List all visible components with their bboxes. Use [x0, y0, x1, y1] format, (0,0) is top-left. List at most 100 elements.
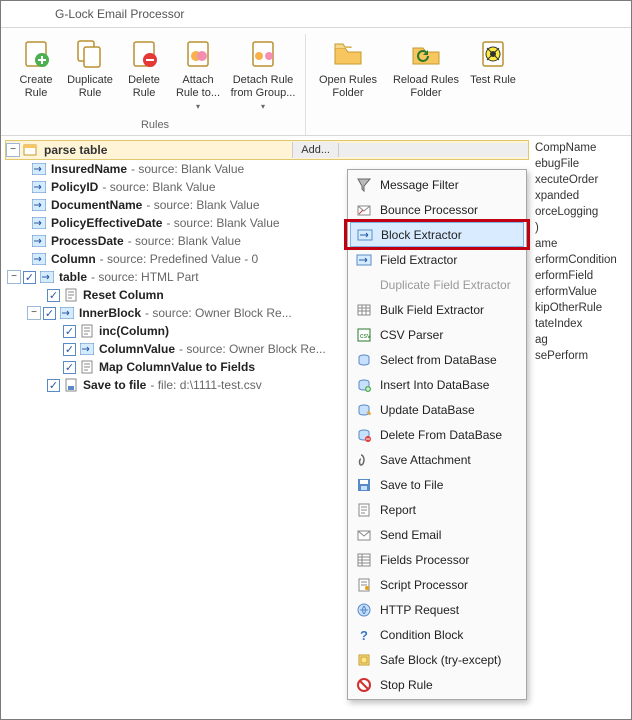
menu-item-icon	[354, 501, 374, 519]
menu-item-icon	[354, 176, 374, 194]
menu-item-icon	[354, 576, 374, 594]
field-extractor-icon	[31, 234, 47, 248]
property-row[interactable]: erformField	[535, 268, 629, 284]
menu-item-icon	[354, 526, 374, 544]
property-row[interactable]: CompName	[535, 140, 629, 156]
ribbon-group-rules: Create Rule Duplicate Rule Delete Rule A…	[5, 34, 306, 135]
menu-item-script-processor[interactable]: Script Processor	[350, 572, 524, 597]
menu-item-icon	[354, 426, 374, 444]
reload-rules-folder-button[interactable]: Reload Rules Folder	[386, 34, 466, 104]
property-row[interactable]: sePerform	[535, 348, 629, 364]
menu-item-icon: csv	[354, 326, 374, 344]
menu-item-delete-from-database[interactable]: Delete From DataBase	[350, 422, 524, 447]
property-row[interactable]: erformValue	[535, 284, 629, 300]
checkbox-icon[interactable]: ✓	[47, 289, 60, 302]
svg-text:?: ?	[360, 628, 368, 643]
menu-item-label: Safe Block (try-except)	[380, 653, 501, 667]
menu-item-label: Send Email	[380, 528, 441, 542]
checkbox-icon[interactable]: ✓	[63, 343, 76, 356]
menu-item-icon	[354, 551, 374, 569]
checkbox-icon[interactable]: ✓	[63, 361, 76, 374]
menu-item-send-email[interactable]: Send Email	[350, 522, 524, 547]
menu-item-label: Field Extractor	[380, 253, 457, 267]
menu-item-message-filter[interactable]: Message Filter	[350, 172, 524, 197]
menu-item-icon	[354, 276, 374, 294]
menu-item-csv-parser[interactable]: csv CSV Parser	[350, 322, 524, 347]
collapse-icon[interactable]: −	[27, 306, 41, 320]
field-extractor-icon	[31, 162, 47, 176]
save-file-icon	[63, 378, 79, 392]
menu-item-stop-rule[interactable]: Stop Rule	[350, 672, 524, 697]
open-rules-folder-button[interactable]: Open Rules Folder	[310, 34, 386, 104]
menu-item-icon	[354, 601, 374, 619]
menu-item-bounce-processor[interactable]: Bounce Processor	[350, 197, 524, 222]
menu-item-bulk-field-extractor[interactable]: Bulk Field Extractor	[350, 297, 524, 322]
checkbox-icon[interactable]: ✓	[23, 271, 36, 284]
property-row[interactable]: ag	[535, 332, 629, 348]
menu-item-insert-into-database[interactable]: Insert Into DataBase	[350, 372, 524, 397]
collapse-icon[interactable]: −	[7, 270, 21, 284]
menu-item-icon: ?	[354, 626, 374, 644]
menu-item-block-extractor[interactable]: Block Extractor	[350, 222, 524, 247]
menu-item-duplicate-field-extractor: Duplicate Field Extractor	[350, 272, 524, 297]
add-node-button[interactable]: Add...	[292, 142, 338, 158]
property-row[interactable]: orceLogging	[535, 204, 629, 220]
property-row[interactable]: tateIndex	[535, 316, 629, 332]
ribbon-group-label: Rules	[9, 117, 301, 131]
window-title: G-Lock Email Processor	[1, 1, 631, 27]
duplicate-rule-button[interactable]: Duplicate Rule	[63, 34, 117, 117]
menu-item-http-request[interactable]: HTTP Request	[350, 597, 524, 622]
detach-rule-button[interactable]: Detach Rule from Group... ▾	[225, 34, 301, 117]
menu-item-label: Insert Into DataBase	[380, 378, 489, 392]
menu-item-select-from-database[interactable]: Select from DataBase	[350, 347, 524, 372]
folder-open-icon	[332, 38, 364, 70]
menu-item-save-to-file[interactable]: Save to File	[350, 472, 524, 497]
menu-item-report[interactable]: Report	[350, 497, 524, 522]
property-row[interactable]: )	[535, 220, 629, 236]
menu-item-update-database[interactable]: Update DataBase	[350, 397, 524, 422]
menu-item-icon	[354, 651, 374, 669]
menu-item-label: Bounce Processor	[380, 203, 478, 217]
checkbox-icon[interactable]: ✓	[43, 307, 56, 320]
root-name: parse table	[42, 143, 292, 157]
property-row[interactable]: ebugFile	[535, 156, 629, 172]
create-rule-button[interactable]: Create Rule	[9, 34, 63, 117]
test-rule-icon	[477, 38, 509, 70]
menu-item-label: Select from DataBase	[380, 353, 497, 367]
menu-item-label: Save to File	[380, 478, 443, 492]
property-row[interactable]: xpanded	[535, 188, 629, 204]
delete-rule-button[interactable]: Delete Rule	[117, 34, 171, 117]
ribbon-toolbar: Create Rule Duplicate Rule Delete Rule A…	[1, 27, 631, 136]
menu-item-label: Condition Block	[380, 628, 463, 642]
menu-item-icon	[354, 401, 374, 419]
detach-rule-icon	[247, 38, 279, 70]
menu-item-label: Duplicate Field Extractor	[380, 278, 511, 292]
attach-rule-button[interactable]: Attach Rule to... ▾	[171, 34, 225, 117]
menu-item-safe-block-try-except-[interactable]: Safe Block (try-except)	[350, 647, 524, 672]
menu-item-icon	[354, 201, 374, 219]
attach-rule-icon	[182, 38, 214, 70]
property-row[interactable]: erformCondition	[535, 252, 629, 268]
svg-text:csv: csv	[360, 333, 371, 340]
property-row[interactable]: xecuteOrder	[535, 172, 629, 188]
script-icon	[63, 288, 79, 302]
field-extractor-icon	[79, 342, 95, 356]
menu-item-label: CSV Parser	[380, 328, 443, 342]
menu-item-condition-block[interactable]: ? Condition Block	[350, 622, 524, 647]
checkbox-icon[interactable]: ✓	[47, 379, 60, 392]
collapse-icon[interactable]: −	[6, 143, 20, 157]
test-rule-button[interactable]: Test Rule	[466, 34, 520, 104]
dropdown-caret-icon: ▾	[261, 100, 265, 113]
menu-item-icon	[354, 301, 374, 319]
checkbox-icon[interactable]: ✓	[63, 325, 76, 338]
property-row[interactable]: kipOtherRule	[535, 300, 629, 316]
tree-root-row[interactable]: − parse table Add...	[5, 140, 529, 160]
menu-item-save-attachment[interactable]: Save Attachment	[350, 447, 524, 472]
property-row[interactable]: ame	[535, 236, 629, 252]
menu-item-label: Script Processor	[380, 578, 468, 592]
menu-item-fields-processor[interactable]: Fields Processor	[350, 547, 524, 572]
menu-item-label: Save Attachment	[380, 453, 471, 467]
duplicate-rule-icon	[74, 38, 106, 70]
menu-item-field-extractor[interactable]: Field Extractor	[350, 247, 524, 272]
ribbon-group-folder: Open Rules Folder Reload Rules Folder Te…	[306, 34, 524, 135]
